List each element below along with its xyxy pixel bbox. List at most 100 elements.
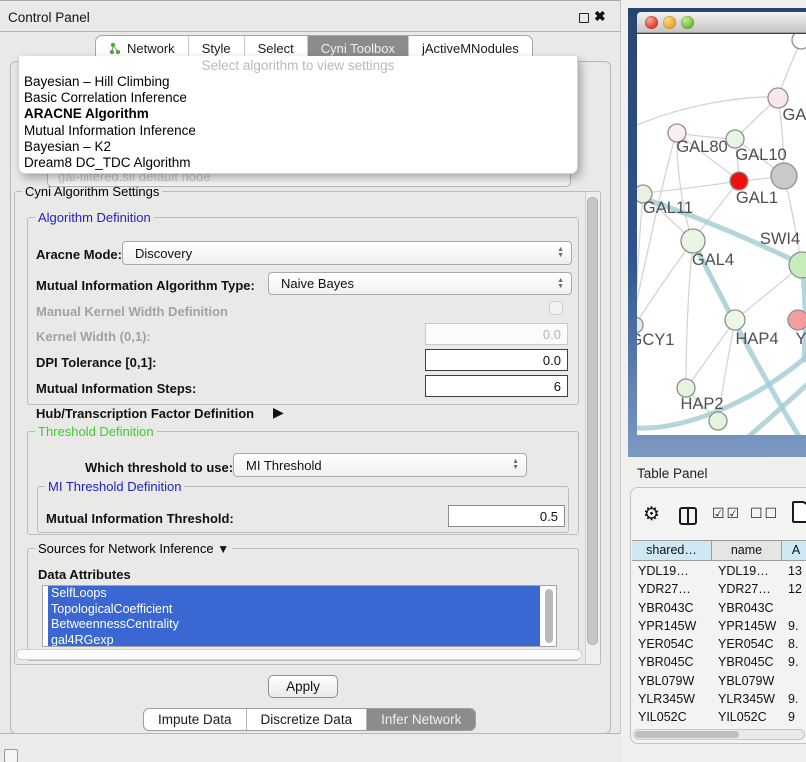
expand-right-icon[interactable]: ▶	[273, 404, 284, 421]
table-row[interactable]: YLR345WYLR345W9.	[632, 690, 806, 708]
network-node-label: GAL	[782, 106, 806, 124]
mi-steps-field[interactable]: 6	[425, 375, 568, 397]
table-cell: YDR27…	[632, 580, 712, 598]
network-node[interactable]	[771, 163, 797, 189]
list-item-selected[interactable]: BetweennessCentrality	[48, 617, 540, 633]
dropdown-item[interactable]: Bayesian – Hill Climbing	[19, 74, 577, 90]
network-edge[interactable]	[637, 134, 676, 300]
stepper-icon: ▲▼	[512, 459, 519, 471]
manual-kernel-checkbox[interactable]	[549, 301, 563, 315]
dpi-tolerance-label: DPI Tolerance [0,1]:	[36, 355, 156, 370]
network-node-label: SWI4	[760, 230, 800, 248]
column-header-shared-name[interactable]: shared…	[632, 541, 712, 560]
network-edge-highlighted[interactable]	[748, 380, 806, 435]
float-window-icon[interactable]	[579, 13, 589, 23]
stepper-icon: ▲▼	[557, 278, 564, 290]
data-attributes-list[interactable]: SelfLoops TopologicalCoefficient Between…	[42, 585, 557, 647]
table-cell: YLR345W	[632, 690, 712, 708]
network-canvas[interactable]: GALGAL80GAL10GAL1GAL11GAL4SWI4GCY1HAP4YH…	[637, 34, 806, 435]
table-cell: 9	[782, 708, 806, 723]
control-panel-titlebar: Control Panel ✖	[0, 2, 621, 32]
network-node[interactable]	[792, 34, 806, 49]
table-cell: YDR27…	[712, 580, 782, 598]
column-header-name[interactable]: name	[712, 541, 782, 560]
close-traffic-light-icon[interactable]	[645, 16, 658, 29]
manual-kernel-label: Manual Kernel Width Definition	[36, 304, 228, 319]
table-cell: YBR045C	[632, 653, 712, 671]
network-node-gal[interactable]	[768, 88, 788, 108]
table-row[interactable]: YDR27…YDR27…12	[632, 580, 806, 598]
table-row[interactable]: YBR045CYBR045C9.	[632, 653, 806, 671]
network-node-y[interactable]	[788, 310, 806, 330]
apply-button[interactable]: Apply	[268, 675, 338, 698]
kernel-width-label: Kernel Width (0,1):	[36, 329, 151, 344]
network-node-label: GAL11	[643, 199, 693, 217]
table-cell	[782, 672, 806, 690]
mi-type-combobox[interactable]: Naive Bayes ▲▼	[268, 272, 572, 295]
dropdown-item-selected[interactable]: ARACNE Algorithm	[19, 106, 577, 122]
collapse-down-icon[interactable]: ▼	[217, 542, 229, 556]
network-node[interactable]	[709, 412, 727, 430]
table-row[interactable]: YBR043CYBR043C	[632, 599, 806, 617]
list-item-selected[interactable]: TopologicalCoefficient	[48, 602, 540, 618]
table-cell: YBL079W	[632, 672, 712, 690]
minimize-traffic-light-icon[interactable]	[663, 16, 676, 29]
table-cell: YDL19…	[632, 562, 712, 580]
network-edge[interactable]	[735, 267, 800, 320]
table-row[interactable]: YBL079WYBL079W	[632, 672, 806, 690]
dropdown-prompt: Select algorithm to view settings	[19, 56, 577, 74]
combobox-value: Naive Bayes	[281, 276, 354, 291]
dropdown-item[interactable]: Basic Correlation Inference	[19, 90, 577, 106]
network-edge[interactable]	[637, 97, 777, 125]
gear-icon[interactable]: ⚙	[643, 503, 660, 526]
table-cell: YDL19…	[712, 562, 782, 580]
table-cell: YER054C	[632, 635, 712, 653]
network-node-gal1[interactable]	[730, 172, 748, 190]
network-node-gal4[interactable]	[681, 229, 705, 253]
network-edge[interactable]	[637, 242, 692, 325]
table-row[interactable]: YDL19…YDL19…13	[632, 562, 806, 580]
table-row[interactable]: YIL052CYIL052C9	[632, 708, 806, 723]
algorithm-definition-title: Algorithm Definition	[35, 210, 154, 225]
mi-threshold-field[interactable]: 0.5	[448, 505, 565, 527]
network-canvas-svg: GALGAL80GAL10GAL1GAL11GAL4SWI4GCY1HAP4YH…	[637, 34, 806, 435]
column-header-partial[interactable]: A	[782, 541, 806, 560]
dropdown-item[interactable]: Dream8 DC_TDC Algorithm	[19, 155, 577, 171]
table-row[interactable]: YER054CYER054C8.	[632, 635, 806, 653]
network-node-hap4[interactable]	[725, 310, 745, 330]
settings-scrollbar-thumb[interactable]	[587, 197, 598, 645]
list-item-selected[interactable]: SelfLoops	[48, 586, 540, 602]
combobox-value: Discovery	[135, 246, 192, 261]
list-item-selected[interactable]: gal4RGexp	[48, 633, 540, 648]
mi-threshold-group-title: MI Threshold Definition	[45, 479, 184, 494]
mini-panel-icon[interactable]	[4, 749, 18, 762]
network-edge[interactable]	[688, 320, 735, 386]
combobox-value: MI Threshold	[246, 458, 322, 473]
table-cell: YBR043C	[712, 599, 782, 617]
tab-impute-data[interactable]: Impute Data	[144, 709, 246, 730]
network-node-label: Y	[795, 330, 806, 348]
dropdown-item[interactable]: Bayesian – K2	[19, 139, 577, 155]
dropdown-item[interactable]: Mutual Information Inference	[19, 123, 577, 139]
table-row[interactable]: YPR145WYPR145W9.	[632, 617, 806, 635]
which-threshold-combobox[interactable]: MI Threshold ▲▼	[233, 453, 527, 477]
deselect-all-checks-icon[interactable]: ☐☐	[750, 505, 779, 522]
aracne-mode-combobox[interactable]: Discovery ▲▼	[122, 241, 572, 265]
network-node-label: GAL10	[735, 146, 786, 164]
kernel-width-field[interactable]: 0.0	[425, 323, 568, 345]
tab-infer-network[interactable]: Infer Network	[366, 709, 475, 730]
select-all-checks-icon[interactable]: ☑☑	[712, 505, 741, 522]
sources-group-title: Sources for Network Inference ▼	[35, 541, 232, 556]
table-horizontal-scrollbar-thumb[interactable]	[635, 731, 739, 738]
settings-horizontal-scrollbar[interactable]	[16, 649, 582, 660]
zoom-traffic-light-icon[interactable]	[681, 16, 694, 29]
export-table-icon[interactable]	[792, 501, 806, 523]
split-columns-icon[interactable]	[679, 507, 697, 525]
dpi-tolerance-field[interactable]: 0.0	[425, 349, 568, 371]
table-cell: YER054C	[712, 635, 782, 653]
list-scrollbar-thumb[interactable]	[545, 589, 553, 643]
network-edge[interactable]	[644, 181, 739, 193]
close-icon[interactable]: ✖	[594, 8, 606, 25]
tab-discretize-data[interactable]: Discretize Data	[246, 709, 367, 730]
mi-steps-label: Mutual Information Steps:	[36, 381, 196, 396]
